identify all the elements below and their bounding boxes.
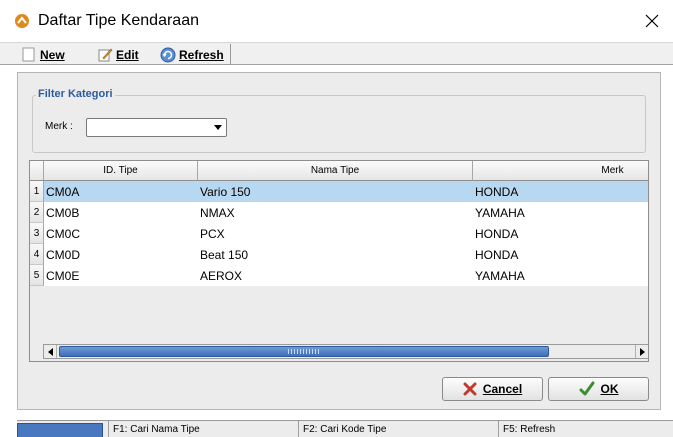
row-number: 4 bbox=[30, 244, 44, 265]
scroll-right-button[interactable] bbox=[635, 345, 648, 358]
row-number: 5 bbox=[30, 265, 44, 286]
cell-id: CM0C bbox=[46, 226, 81, 241]
grip-icon bbox=[288, 349, 320, 354]
tipe-table: ID. Tipe Nama Tipe Merk 1 CM0A Vario 150… bbox=[29, 160, 649, 362]
merk-label: Merk : bbox=[45, 121, 73, 132]
table-row[interactable]: 4 CM0D Beat 150 HONDA bbox=[30, 244, 648, 265]
scroll-left-button[interactable] bbox=[44, 345, 57, 358]
cancel-button[interactable]: Cancel bbox=[442, 377, 543, 401]
row-number-header bbox=[30, 161, 44, 181]
cell-nama: Vario 150 bbox=[198, 181, 473, 202]
ok-button-label: OK bbox=[600, 382, 619, 396]
status-f1: F1: Cari Nama Tipe bbox=[108, 421, 298, 437]
cell-id: CM0A bbox=[44, 181, 198, 202]
cell-nama: AEROX bbox=[200, 268, 243, 283]
column-header-merk[interactable]: Merk bbox=[473, 161, 648, 181]
new-document-icon bbox=[22, 47, 35, 62]
toolbar-separator bbox=[230, 44, 231, 65]
cell-merk: HONDA bbox=[473, 181, 648, 202]
filter-legend: Filter Kategori bbox=[36, 88, 115, 100]
new-button[interactable]: New bbox=[22, 45, 65, 64]
arrow-left-icon bbox=[47, 347, 53, 356]
cell-id: CM0B bbox=[46, 205, 80, 220]
window-title: Daftar Tipe Kendaraan bbox=[38, 12, 199, 29]
column-header-id[interactable]: ID. Tipe bbox=[44, 161, 198, 181]
table-row[interactable]: 3 CM0C PCX HONDA bbox=[30, 223, 648, 244]
horizontal-scrollbar[interactable] bbox=[43, 344, 648, 359]
chevron-down-icon bbox=[214, 125, 222, 130]
arrow-right-icon bbox=[639, 347, 645, 356]
status-indicator bbox=[17, 423, 103, 437]
row-number: 3 bbox=[30, 223, 44, 244]
new-button-label: New bbox=[40, 47, 65, 62]
cell-nama: NMAX bbox=[200, 205, 235, 220]
toolbar: New Edit Refresh bbox=[0, 42, 673, 65]
merk-select[interactable] bbox=[86, 118, 227, 137]
row-number: 2 bbox=[30, 202, 44, 223]
cell-merk: HONDA bbox=[475, 226, 519, 241]
title-bar: Daftar Tipe Kendaraan bbox=[0, 0, 673, 42]
edit-pencil-icon bbox=[98, 48, 113, 62]
ok-button[interactable]: OK bbox=[548, 377, 649, 401]
close-icon bbox=[645, 14, 659, 28]
table-row[interactable]: 5 CM0E AEROX YAMAHA bbox=[30, 265, 648, 286]
cell-merk: YAMAHA bbox=[475, 268, 525, 283]
cell-nama: PCX bbox=[200, 226, 225, 241]
refresh-button[interactable]: Refresh bbox=[160, 45, 224, 64]
column-header-nama[interactable]: Nama Tipe bbox=[198, 161, 473, 181]
status-f2: F2: Cari Kode Tipe bbox=[298, 421, 498, 437]
edit-button[interactable]: Edit bbox=[98, 45, 139, 64]
cancel-x-icon bbox=[463, 382, 477, 396]
table-row[interactable]: 2 CM0B NMAX YAMAHA bbox=[30, 202, 648, 223]
refresh-button-label: Refresh bbox=[179, 47, 224, 62]
close-button[interactable] bbox=[636, 6, 668, 36]
cell-id: CM0D bbox=[46, 247, 81, 262]
refresh-icon bbox=[160, 47, 176, 62]
main-panel: Filter Kategori Merk : ID. Tipe Nama Tip… bbox=[17, 72, 661, 410]
cell-nama: Beat 150 bbox=[200, 247, 249, 262]
status-f5: F5: Refresh bbox=[498, 421, 673, 437]
cell-merk: YAMAHA bbox=[475, 205, 525, 220]
table-row[interactable]: 1 CM0A Vario 150 HONDA bbox=[30, 181, 648, 202]
row-number: 1 bbox=[30, 181, 44, 202]
app-logo-icon bbox=[15, 14, 29, 28]
scroll-thumb[interactable] bbox=[59, 346, 549, 357]
cell-id: CM0E bbox=[46, 268, 80, 283]
cell-merk: HONDA bbox=[475, 247, 519, 262]
edit-button-label: Edit bbox=[116, 47, 139, 62]
cancel-button-label: Cancel bbox=[482, 382, 523, 396]
status-bar: F1: Cari Nama Tipe F2: Cari Kode Tipe F5… bbox=[17, 420, 673, 437]
ok-check-icon bbox=[579, 381, 594, 396]
